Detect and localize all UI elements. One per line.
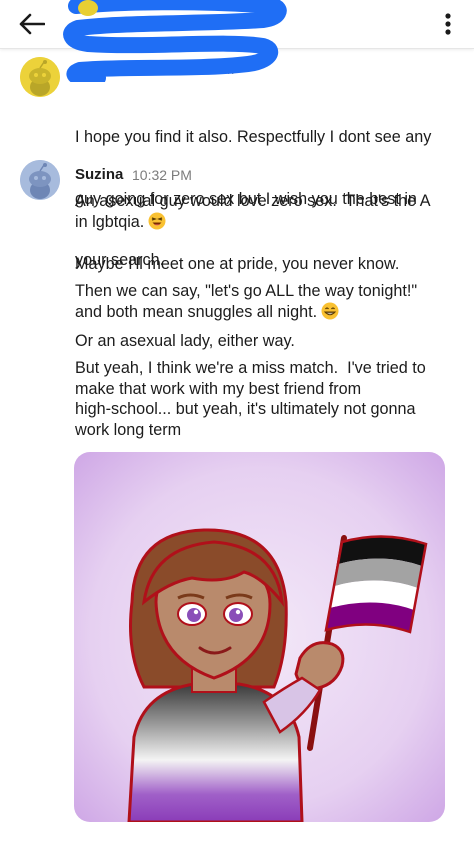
message-time: 10:32 PM [132, 167, 192, 183]
snoo-avatar-icon [20, 57, 60, 97]
message-author[interactable]: Suzina [75, 166, 123, 183]
message-paragraph: But yeah, I think we're a miss match. I'… [75, 359, 426, 439]
redaction-scribble [63, 0, 287, 82]
asexual-flag-bitmoji [74, 452, 445, 822]
back-button[interactable] [12, 4, 52, 44]
avatar[interactable] [20, 160, 60, 200]
vertical-dots-icon [445, 13, 451, 35]
avatar[interactable] [20, 57, 60, 97]
message-paragraph: Or an asexual lady, either way. [75, 332, 295, 350]
message-line: I hope you find it also. Respectfully I … [75, 128, 432, 146]
message-paragraph: Maybe I'll meet one at pride, you never … [75, 255, 400, 273]
more-options-button[interactable] [436, 4, 460, 44]
grinning-face-icon [321, 302, 339, 326]
message-paragraph: Then we can say, "let's go ALL the way t… [75, 281, 460, 325]
paragraph-text: An asexual guy would love zero sex. That… [75, 192, 431, 231]
paragraph-text: Then we can say, "let's go ALL the way t… [75, 282, 418, 321]
snoo-avatar-icon [20, 160, 60, 200]
laughing-face-icon [148, 212, 166, 236]
message-paragraph: An asexual guy would love zero sex. That… [75, 191, 460, 235]
arrow-left-icon [19, 13, 45, 35]
image-attachment[interactable] [74, 452, 445, 822]
